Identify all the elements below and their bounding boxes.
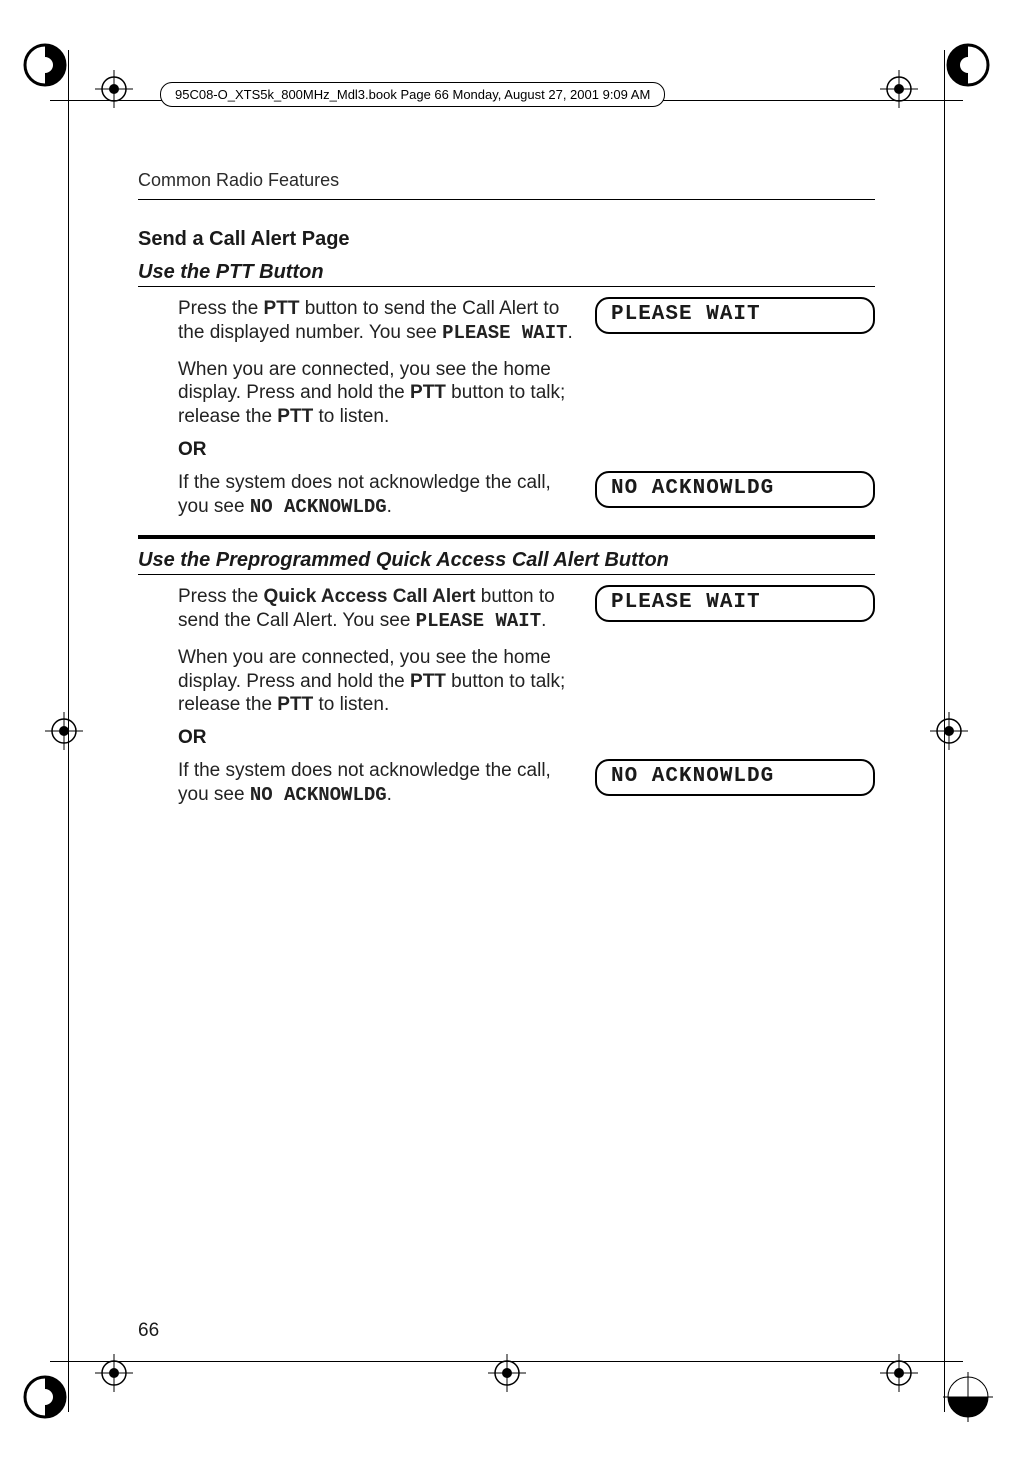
or-label: OR bbox=[138, 435, 875, 465]
step-text: Press the Quick Access Call Alert button… bbox=[178, 585, 575, 634]
lcd-display: PLEASE WAIT bbox=[595, 585, 875, 622]
text: to listen. bbox=[313, 406, 389, 427]
text: to listen. bbox=[313, 694, 389, 715]
step-row: If the system does not acknowledge the c… bbox=[138, 753, 875, 814]
lcd-display: NO ACKNOWLDG bbox=[595, 471, 875, 508]
display-col: PLEASE WAIT bbox=[595, 297, 875, 334]
registration-mark-icon bbox=[95, 1354, 133, 1392]
lcd-text: PLEASE WAIT bbox=[442, 322, 567, 344]
step-row: If the system does not acknowledge the c… bbox=[138, 465, 875, 526]
page-content: Common Radio Features Send a Call Alert … bbox=[68, 170, 945, 1342]
text: Press the bbox=[178, 586, 264, 607]
running-head: Common Radio Features bbox=[138, 170, 875, 200]
divider bbox=[138, 535, 875, 539]
or-label: OR bbox=[138, 723, 875, 753]
bold-text: PTT bbox=[277, 406, 313, 427]
step-row: Press the Quick Access Call Alert button… bbox=[138, 579, 875, 640]
step-text: If the system does not acknowledge the c… bbox=[178, 471, 575, 520]
bold-text: PTT bbox=[410, 382, 446, 403]
page-number: 66 bbox=[138, 1320, 159, 1342]
display-col: NO ACKNOWLDG bbox=[595, 471, 875, 508]
section-title: Send a Call Alert Page bbox=[138, 228, 875, 251]
display-col: NO ACKNOWLDG bbox=[595, 759, 875, 796]
bold-text: Quick Access Call Alert bbox=[264, 586, 476, 607]
text: Press the bbox=[178, 298, 264, 319]
step-row: When you are connected, you see the home… bbox=[138, 352, 875, 435]
registration-mark-icon bbox=[880, 1354, 918, 1392]
registration-mark-icon bbox=[880, 70, 918, 108]
step-row: Press the PTT button to send the Call Al… bbox=[138, 291, 875, 352]
lcd-display: NO ACKNOWLDG bbox=[595, 759, 875, 796]
corner-mark-icon bbox=[943, 40, 993, 90]
step-text: If the system does not acknowledge the c… bbox=[178, 759, 575, 808]
step-text: Press the PTT button to send the Call Al… bbox=[178, 297, 575, 346]
subhead-ptt: Use the PTT Button bbox=[138, 261, 875, 287]
step-text: When you are connected, you see the home… bbox=[178, 646, 575, 717]
lcd-text: NO ACKNOWLDG bbox=[250, 784, 387, 806]
registration-mark-icon bbox=[488, 1354, 526, 1392]
text: . bbox=[541, 610, 546, 631]
bold-text: PTT bbox=[277, 694, 313, 715]
lcd-text: NO ACKNOWLDG bbox=[250, 496, 387, 518]
corner-mark-icon bbox=[20, 40, 70, 90]
file-tag: 95C08-O_XTS5k_800MHz_Mdl3.book Page 66 M… bbox=[160, 82, 665, 107]
text: . bbox=[568, 322, 573, 343]
bold-text: PTT bbox=[264, 298, 300, 319]
subhead-quick-access: Use the Preprogrammed Quick Access Call … bbox=[138, 549, 875, 575]
step-row: When you are connected, you see the home… bbox=[138, 640, 875, 723]
lcd-text: PLEASE WAIT bbox=[416, 610, 541, 632]
step-text: When you are connected, you see the home… bbox=[178, 358, 575, 429]
text: . bbox=[387, 784, 392, 805]
text: . bbox=[387, 496, 392, 517]
bold-text: PTT bbox=[410, 671, 446, 692]
display-col: PLEASE WAIT bbox=[595, 585, 875, 622]
registration-mark-icon bbox=[95, 70, 133, 108]
lcd-display: PLEASE WAIT bbox=[595, 297, 875, 334]
corner-mark-icon bbox=[20, 1372, 70, 1422]
corner-mark-icon bbox=[943, 1372, 993, 1422]
